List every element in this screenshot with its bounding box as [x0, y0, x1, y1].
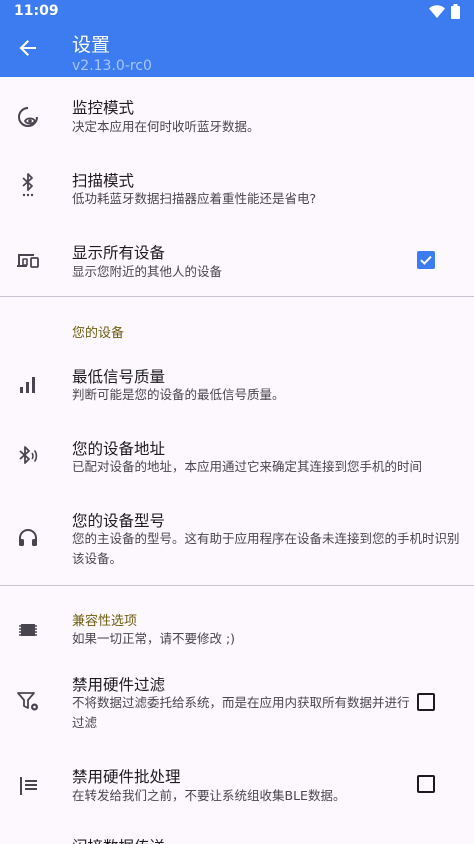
- section-header-compatibility: 兼容性选项: [72, 614, 138, 629]
- app-bar: 11:09 设置 v2.13.0-rc0: [0, 0, 474, 77]
- setting-scan-mode[interactable]: 扫描模式 低功耗蓝牙数据扫描器应着重性能还是省电?: [0, 149, 474, 221]
- setting-summary: 不将数据过滤委托给系统，而是在应用内获取所有数据并进行过滤: [72, 695, 410, 730]
- setting-summary: 低功耗蓝牙数据扫描器应着重性能还是省电?: [72, 191, 317, 206]
- setting-title: 监控模式: [72, 99, 135, 117]
- setting-title: 您的设备地址: [72, 440, 166, 458]
- bluetooth-audio-icon: [14, 442, 42, 470]
- setting-title: 扫描模式: [72, 172, 135, 190]
- signal-bars-icon: [14, 371, 42, 399]
- setting-title: 您的设备型号: [72, 512, 166, 530]
- compat-hint: 如果一切正常，请不要修改 ;): [72, 631, 236, 646]
- disable-hw-batch-checkbox[interactable]: [417, 775, 435, 793]
- divider: [0, 296, 474, 297]
- setting-summary: 您的主设备的型号。这有助于应用程序在设备未连接到您的手机时识别该设备。: [72, 531, 460, 566]
- setting-show-all-devices[interactable]: 显示所有设备 显示您附近的其他人的设备: [0, 221, 474, 295]
- status-time: 11:09: [14, 3, 59, 19]
- batch-list-icon: [14, 772, 42, 800]
- version-subtitle: v2.13.0-rc0: [72, 58, 152, 74]
- battery-icon: [451, 4, 460, 23]
- section-compatibility: 兼容性选项 如果一切正常，请不要修改 ;): [0, 586, 474, 658]
- setting-device-address[interactable]: 您的设备地址 已配对设备的地址，本应用通过它来确定其连接到您手机的时间: [0, 427, 474, 499]
- headphones-icon: [14, 524, 42, 552]
- back-button[interactable]: [14, 36, 42, 64]
- setting-min-signal[interactable]: 最低信号质量 判断可能是您的设备的最低信号质量。: [0, 355, 474, 427]
- setting-title: 禁用硬件过滤: [72, 676, 166, 694]
- setting-summary: 在转发给我们之前，不要让系统组收集BLE数据。: [72, 788, 346, 803]
- setting-summary: 已配对设备的地址，本应用通过它来确定其连接到您手机的时间: [72, 459, 423, 474]
- setting-summary: 判断可能是您的设备的最低信号质量。: [72, 387, 285, 402]
- devices-icon: [14, 246, 42, 274]
- setting-summary: 显示您附近的其他人的设备: [72, 264, 223, 279]
- bluetooth-scan-icon: [14, 171, 42, 199]
- show-all-devices-checkbox[interactable]: [417, 251, 435, 269]
- setting-title: 闪接数据传送: [72, 835, 165, 844]
- status-bar: 11:09: [0, 0, 474, 24]
- arrow-back-icon: [18, 38, 38, 62]
- filter-settings-icon: [14, 687, 42, 715]
- status-icons: [429, 4, 460, 23]
- setting-monitor-mode[interactable]: 监控模式 决定本应用在何时收听蓝牙数据。: [0, 77, 474, 149]
- setting-disable-hw-filter[interactable]: 禁用硬件过滤 不将数据过滤委托给系统，而是在应用内获取所有数据并进行过滤: [0, 665, 474, 753]
- page-title: 设置: [72, 34, 111, 56]
- setting-title: 禁用硬件批处理: [72, 768, 181, 786]
- setting-title: 显示所有设备: [72, 244, 166, 262]
- section-header-your-device: 您的设备: [72, 326, 125, 341]
- memory-chip-icon: [14, 616, 42, 644]
- setting-summary: 决定本应用在何时收听蓝牙数据。: [72, 119, 260, 134]
- wifi-icon: [429, 4, 445, 23]
- setting-title: 最低信号质量: [72, 368, 166, 386]
- eye-monitor-icon: [14, 103, 42, 131]
- setting-device-model[interactable]: 您的设备型号 您的主设备的型号。这有助于应用程序在设备未连接到您的手机时识别该设…: [0, 499, 474, 583]
- setting-partial-next[interactable]: 闪接数据传送: [0, 825, 474, 844]
- disable-hw-filter-checkbox[interactable]: [417, 693, 435, 711]
- setting-disable-hw-batch[interactable]: 禁用硬件批处理 在转发给我们之前，不要让系统组收集BLE数据。: [0, 753, 474, 825]
